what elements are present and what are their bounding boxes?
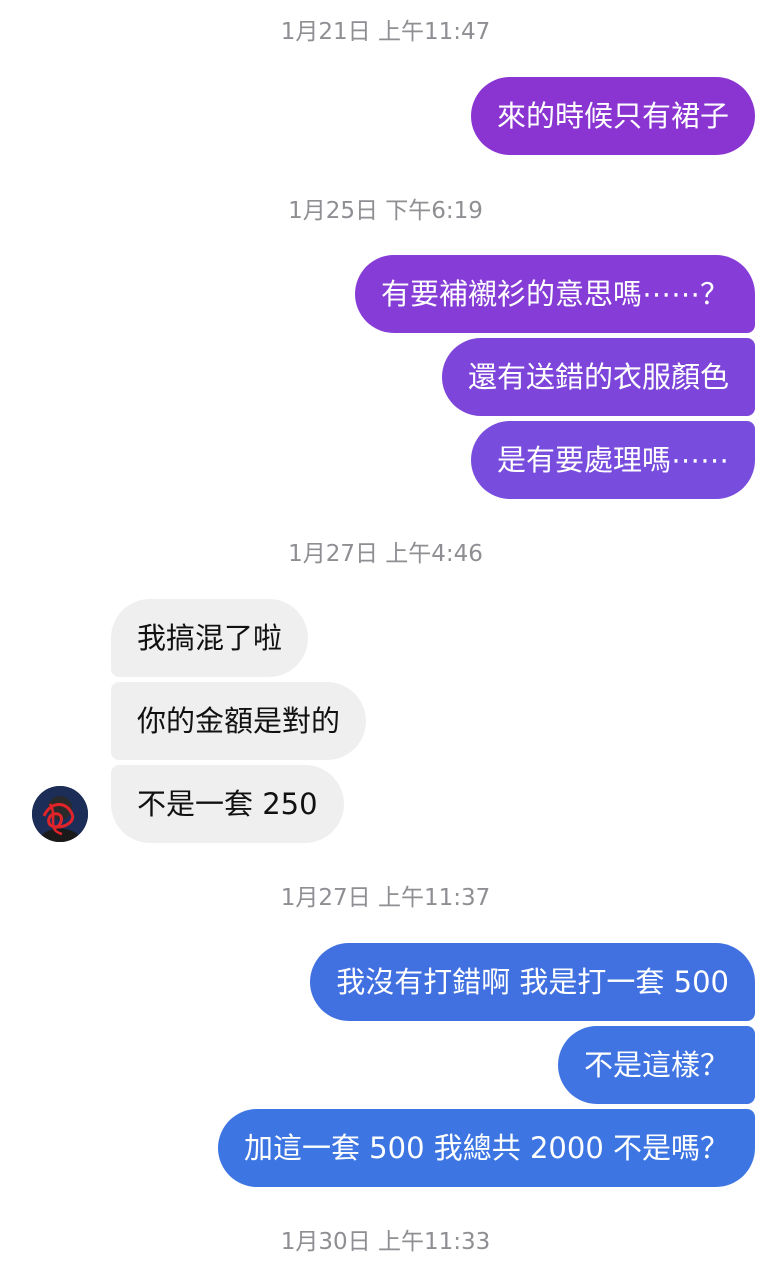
incoming-message-bubble[interactable]: 不是一套 250: [111, 765, 344, 843]
profile-avatar[interactable]: [32, 786, 88, 842]
outgoing-message-bubble[interactable]: 不是這樣？: [557, 1026, 755, 1104]
incoming-message-bubble[interactable]: 你的金額是對的: [111, 682, 367, 760]
incoming-message-bubble[interactable]: 我搞混了啦: [111, 599, 309, 677]
outgoing-message-bubble[interactable]: 有要補襯衫的意思嗎⋯⋯？: [354, 255, 755, 333]
timestamp: 1月30日 上午11:33: [280, 1229, 491, 1255]
outgoing-message-bubble[interactable]: 還有送錯的衣服顏色: [441, 338, 755, 416]
outgoing-message-bubble[interactable]: 來的時候只有裙子: [470, 77, 755, 155]
outgoing-message-bubble[interactable]: 加這一套 500 我總共 2000 不是嗎？: [217, 1109, 755, 1187]
timestamp: 1月25日 下午6:19: [288, 198, 483, 224]
timestamp: 1月27日 上午11:37: [280, 885, 491, 911]
outgoing-message-bubble[interactable]: 我沒有打錯啊 我是打一套 500: [310, 943, 755, 1021]
timestamp: 1月21日 上午11:47: [280, 19, 491, 45]
outgoing-message-bubble[interactable]: 是有要處理嗎⋯⋯: [470, 421, 755, 499]
timestamp: 1月27日 上午4:46: [288, 541, 483, 567]
